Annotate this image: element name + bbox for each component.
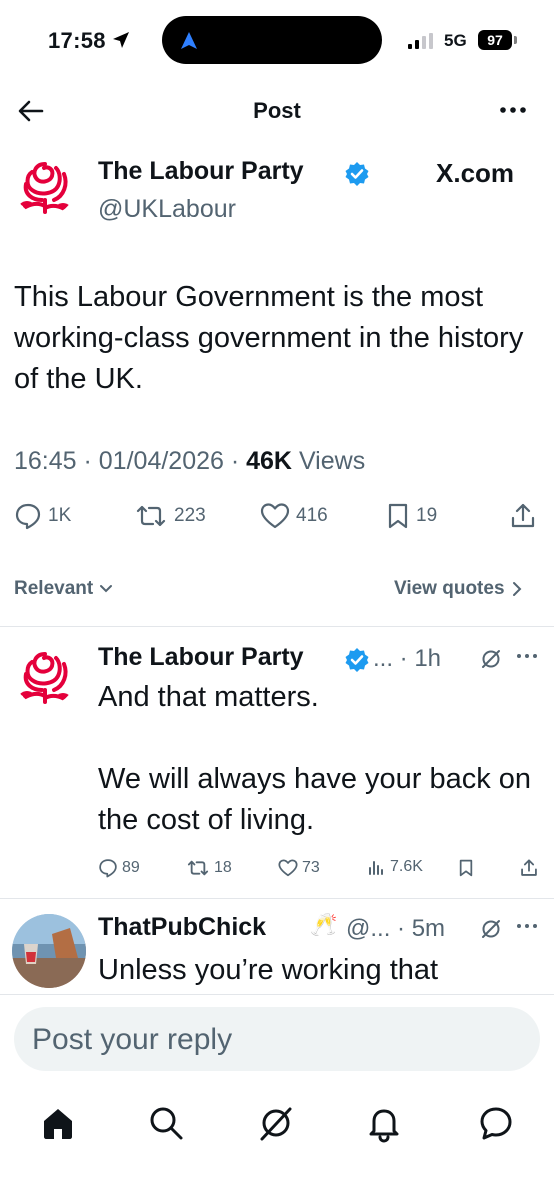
reply-author-name[interactable]: The Labour Party [98, 643, 304, 672]
share-button[interactable] [520, 858, 538, 878]
status-bar: 17:58 5G 97 [0, 0, 554, 80]
messages-icon[interactable] [474, 1101, 518, 1145]
post-header: Post [0, 86, 554, 136]
heart-icon [278, 859, 298, 877]
repost-button[interactable]: 223 [134, 502, 206, 530]
views-label[interactable]: Views [299, 447, 365, 475]
bookmark-icon [388, 503, 408, 529]
verified-badge-icon [345, 162, 369, 186]
battery-tip [514, 36, 517, 44]
divider [0, 994, 554, 995]
repost-count: 18 [214, 859, 232, 876]
bottom-nav [0, 1095, 554, 1151]
labour-rose-logo [20, 162, 70, 214]
like-count: 73 [302, 859, 320, 876]
like-button[interactable]: 416 [260, 502, 328, 530]
post-actions: 1K 223 416 19 [0, 502, 554, 538]
sort-label: Relevant [14, 578, 94, 599]
reply-actions: 89 18 73 7.6K [0, 858, 554, 886]
reply-button[interactable]: 89 [98, 858, 140, 878]
reply-author-avatar[interactable] [14, 644, 76, 706]
reply-text: Unless you’re working that [98, 954, 439, 986]
bookmark-button[interactable] [458, 858, 474, 878]
like-button[interactable]: 73 [278, 858, 320, 878]
heart-icon [260, 503, 290, 529]
bookmark-count: 19 [416, 505, 438, 526]
view-quotes-link[interactable]: View quotes [394, 578, 524, 600]
source-watermark: X.com [436, 158, 515, 188]
reply-count: 1K [48, 505, 72, 526]
chevron-right-icon [512, 581, 522, 596]
home-icon[interactable] [36, 1101, 80, 1145]
post-date: 01/04/2026 [98, 447, 224, 475]
chevron-down-icon [100, 584, 113, 593]
post-time: 16:45 [14, 447, 77, 475]
status-time: 17:58 [48, 28, 106, 53]
grok-icon[interactable] [254, 1101, 298, 1145]
repost-icon [187, 860, 209, 876]
meta-separator: · [76, 447, 99, 475]
bookmark-button[interactable]: 19 [386, 502, 437, 530]
verified-badge-icon [345, 648, 369, 672]
like-count: 416 [296, 505, 328, 526]
grok-icon[interactable] [480, 648, 502, 670]
repost-button[interactable]: 18 [186, 858, 232, 878]
labour-rose-logo [20, 652, 70, 704]
dynamic-island[interactable] [162, 16, 382, 64]
more-dots-icon[interactable] [516, 652, 538, 660]
more-dots-icon[interactable] [516, 922, 538, 930]
author-handle[interactable]: @UKLabour [98, 195, 236, 224]
views-count: 7.6K [390, 858, 423, 875]
reply-meta: @... · 5m [346, 915, 446, 942]
meta-separator: · [223, 447, 247, 475]
navigation-icon [181, 32, 197, 49]
share-button[interactable] [510, 502, 536, 530]
repost-icon [136, 505, 166, 527]
views-button[interactable]: 7.6K [368, 858, 423, 876]
reply-filter-row: Relevant View quotes [0, 578, 554, 608]
reply-count: 89 [122, 859, 140, 876]
view-quotes-label: View quotes [394, 578, 505, 599]
author-name[interactable]: The Labour Party [98, 157, 304, 186]
more-dots-icon[interactable] [498, 98, 528, 122]
notifications-bell-icon[interactable] [362, 1101, 406, 1145]
signal-icon [408, 33, 433, 49]
divider [0, 898, 554, 899]
reply-input[interactable]: Post your reply [14, 1007, 540, 1071]
reply-author-avatar[interactable] [12, 914, 86, 988]
avatar-photo [12, 914, 86, 988]
share-icon [511, 503, 535, 528]
location-arrow-icon [113, 32, 129, 48]
author-avatar[interactable] [14, 154, 76, 216]
repost-count: 223 [174, 505, 206, 526]
search-icon[interactable] [144, 1101, 188, 1145]
reply-icon [15, 503, 41, 530]
divider [0, 626, 554, 627]
post-meta: 16:45 · 01/04/2026 · 46K Views [14, 447, 365, 476]
grok-icon[interactable] [480, 918, 502, 940]
network-type: 5G [444, 31, 467, 50]
bookmark-icon [459, 859, 473, 877]
reply-input-placeholder: Post your reply [32, 1023, 233, 1056]
page-title: Post [253, 98, 301, 123]
post-text: This Labour Government is the most worki… [14, 281, 524, 395]
views-count[interactable]: 46K [246, 447, 292, 475]
analytics-icon [369, 861, 383, 875]
reply-text: And that matters. We will always have yo… [98, 681, 532, 836]
reply-icon [99, 859, 117, 878]
battery-level: 97 [478, 30, 512, 50]
reply-author-name[interactable]: ThatPubChick [98, 913, 266, 942]
sort-dropdown[interactable]: Relevant [14, 578, 114, 600]
reply-meta: ... · 1h [373, 645, 442, 672]
reply-button[interactable]: 1K [14, 502, 71, 530]
share-icon [521, 859, 537, 876]
clinking-glasses-emoji: 🥂 [310, 912, 338, 937]
